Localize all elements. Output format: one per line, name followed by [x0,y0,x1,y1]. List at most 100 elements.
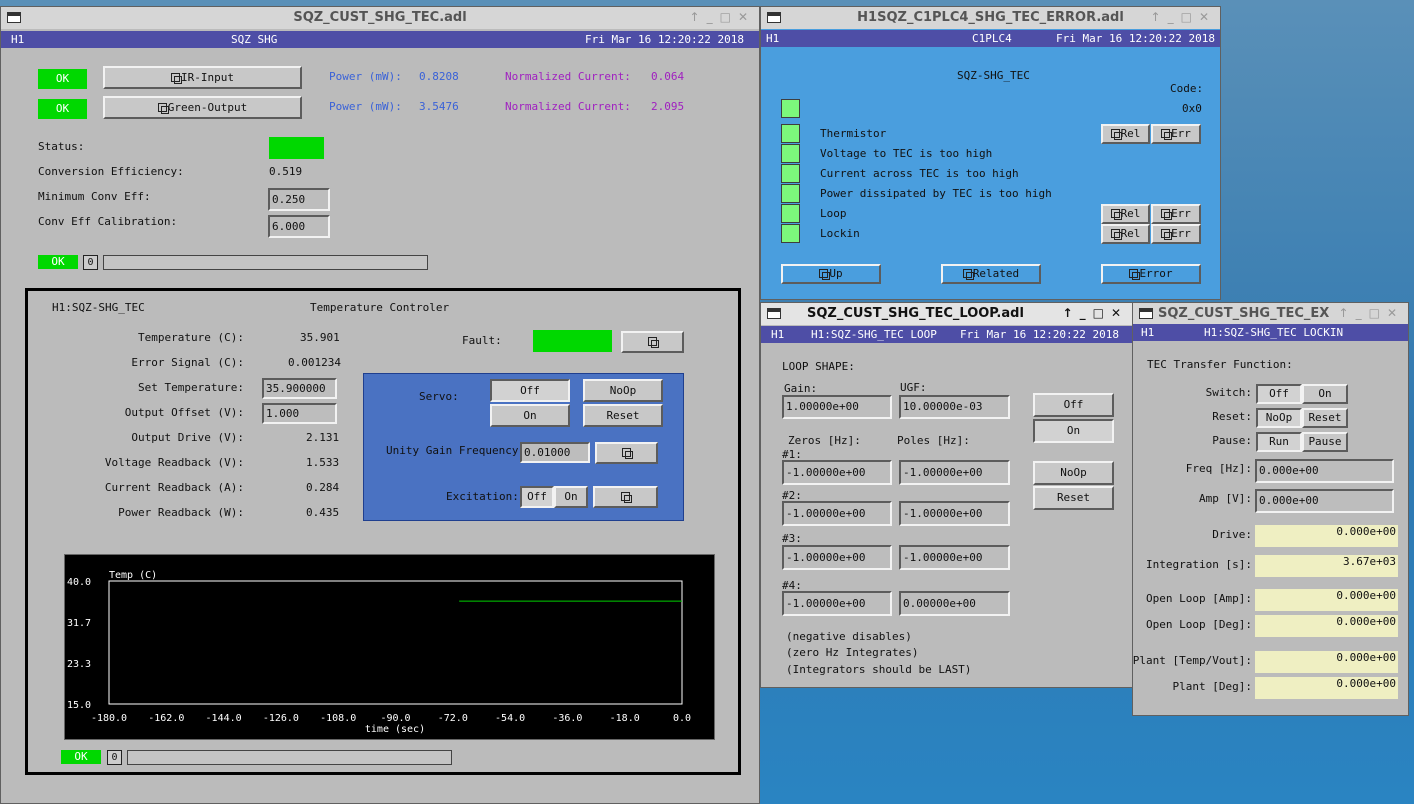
min-conv-input[interactable]: 0.250 [268,188,330,211]
x-tick-label: -180.0 [91,713,127,724]
tec-name: H1:SQZ-SHG_TEC [52,301,145,314]
amp-label: Amp [V]: [1199,492,1252,505]
window-controls-icon[interactable]: ↑_□✕ [1151,10,1216,24]
note-integrators: (Integrators should be LAST) [786,663,972,676]
zero4-input[interactable]: -1.00000e+00 [782,591,892,616]
window-controls-icon[interactable]: ↑_□✕ [1063,306,1128,320]
loop-rel-button[interactable]: Rel [1101,204,1150,224]
excitation-related-button[interactable] [593,486,658,508]
up-button[interactable]: Up [781,264,881,284]
set-temperature-input[interactable]: 35.900000 [262,378,337,399]
window-controls-icon[interactable]: ↑_□✕ [690,10,755,24]
servo-off-button[interactable]: Off [490,379,570,402]
zero1-input[interactable]: -1.00000e+00 [782,460,892,485]
window-menu-icon[interactable] [1139,308,1153,319]
pause-run-button[interactable]: Run [1256,432,1302,452]
error-window: H1SQZ_C1PLC4_SHG_TEC_ERROR.adl ↑_□✕ H1 C… [760,6,1221,300]
loop-window: SQZ_CUST_SHG_TEC_LOOP.adl ↑_□✕ H1 H1:SQZ… [760,302,1133,688]
main-titlebar[interactable]: SQZ_CUST_SHG_TEC.adl ↑_□✕ [1,7,759,29]
ir-power-value: 0.8208 [419,70,459,83]
loop-reset-button[interactable]: Reset [1033,486,1114,510]
switch-off-button[interactable]: Off [1256,384,1302,404]
amp-input[interactable]: 0.000e+00 [1255,489,1394,513]
loop-off-button[interactable]: Off [1033,393,1114,417]
bottom-status-ok: OK [38,255,78,269]
excitation-on-button[interactable]: On [554,486,588,508]
thermistor-rel-button[interactable]: Rel [1101,124,1150,144]
freq-input[interactable]: 0.000e+00 [1255,459,1394,483]
thermistor-err-button[interactable]: Err [1151,124,1201,144]
thermistor-indicator [781,124,800,143]
chart-status-ok: OK [61,750,101,764]
row3-label: #3: [782,532,802,545]
window-controls-icon[interactable]: ↑_□✕ [1339,306,1404,320]
zeros-label: Zeros [Hz]: [788,434,861,447]
related-display-icon [1161,129,1173,140]
rel-label: Rel [1120,127,1141,140]
window-menu-icon[interactable] [767,308,781,319]
pole4-input[interactable]: 0.00000e+00 [899,591,1010,616]
power-indicator [781,184,800,203]
y-tick-label: 40.0 [67,577,91,588]
green-output-button[interactable]: Green-Output [103,96,302,119]
drive-value: 0.000e+00 [1255,525,1398,547]
switch-on-button[interactable]: On [1302,384,1348,404]
pole3-input[interactable]: -1.00000e+00 [899,545,1010,570]
x-tick-labels: -180.0 -162.0 -144.0 -126.0 -108.0 -90.0 -72.0… [91,713,691,724]
header-site: H1 [1141,326,1155,339]
reset-noop-button[interactable]: NoOp [1256,408,1302,428]
plant-temp-value: 0.000e+00 [1255,651,1398,673]
x-tick-label: -162.0 [148,713,184,724]
related-display-icon [1129,269,1141,280]
lockin-rel-button[interactable]: Rel [1101,224,1150,244]
loop-ugf-input[interactable]: 10.00000e-03 [899,395,1010,419]
loop-noop-button[interactable]: NoOp [1033,461,1114,485]
error-titlebar[interactable]: H1SQZ_C1PLC4_SHG_TEC_ERROR.adl ↑_□✕ [761,7,1220,29]
related-label: Related [972,267,1020,280]
reset-reset-button[interactable]: Reset [1302,408,1348,428]
lockin-header-bar: H1 H1:SQZ-SHG_TEC LOCKIN [1133,324,1408,341]
note-negative: (negative disables) [786,630,912,643]
min-conv-label: Minimum Conv Eff: [38,190,151,203]
pole2-input[interactable]: -1.00000e+00 [899,501,1010,526]
servo-noop-button[interactable]: NoOp [583,379,663,402]
excitation-off-button[interactable]: Off [520,486,554,508]
zero3-input[interactable]: -1.00000e+00 [782,545,892,570]
x-tick-label: -18.0 [610,713,640,724]
lockin-indicator [781,224,800,243]
ugf-label: UGF: [900,381,927,394]
gain-input[interactable]: 1.00000e+00 [782,395,892,419]
output-offset-input[interactable]: 1.000 [262,403,337,424]
error-signal-label: Error Signal (C): [131,356,244,369]
plant-deg-value: 0.000e+00 [1255,677,1398,699]
calib-input[interactable]: 6.000 [268,215,330,238]
error-button[interactable]: Error [1101,264,1201,284]
x-tick-label: -36.0 [552,713,582,724]
servo-on-button[interactable]: On [490,404,570,427]
related-button[interactable]: Related [941,264,1041,284]
y-tick-labels: 40.0 31.7 23.3 15.0 [67,577,91,711]
pole1-input[interactable]: -1.00000e+00 [899,460,1010,485]
open-loop-deg-label: Open Loop [Deg]: [1146,618,1252,631]
loop-titlebar[interactable]: SQZ_CUST_SHG_TEC_LOOP.adl ↑_□✕ [761,303,1132,325]
status-label: Status: [38,140,85,153]
ugf-related-button[interactable] [595,442,658,464]
green-normalized-value: 2.095 [651,100,685,113]
lockin-titlebar[interactable]: SQZ_CUST_SHG_TEC_EX ↑_□✕ [1133,303,1408,325]
ir-input-button[interactable]: IR-Input [103,66,302,89]
main-header-bar: H1 SQZ SHG Fri Mar 16 12:20:22 2018 [1,31,759,48]
header-date: Fri Mar 16 12:20:22 2018 [960,328,1119,341]
voltage-readback-value: 1.533 [306,456,340,469]
rel-label: Rel [1120,227,1141,240]
loop-on-button[interactable]: On [1033,419,1114,443]
loop-err-button[interactable]: Err [1151,204,1201,224]
pause-pause-button[interactable]: Pause [1302,432,1348,452]
loop-indicator [781,204,800,223]
lockin-err-button[interactable]: Err [1151,224,1201,244]
ugf-input[interactable]: 0.01000 [520,442,590,463]
voltage-indicator [781,144,800,163]
zero2-input[interactable]: -1.00000e+00 [782,501,892,526]
temp-strip-chart: Temp (C) time (sec) -180.0 -162.0 -144.0 -1… [64,554,715,740]
fault-related-button[interactable] [621,331,684,353]
servo-reset-button[interactable]: Reset [583,404,663,427]
